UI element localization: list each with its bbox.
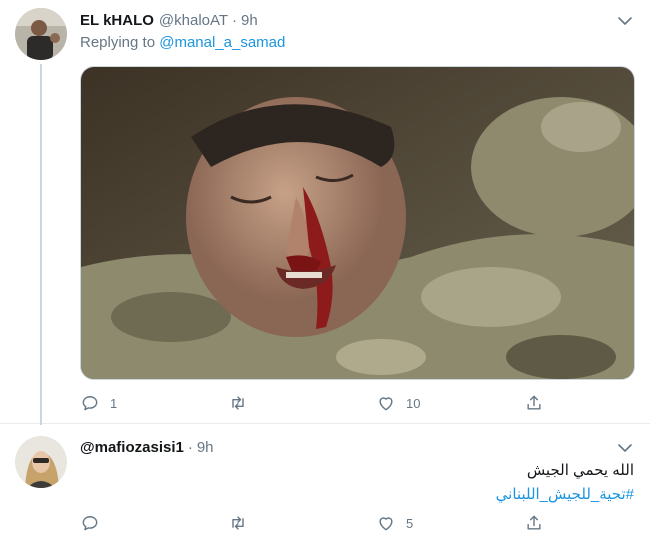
reply-icon (82, 516, 98, 531)
avatar[interactable] (15, 436, 67, 488)
timestamp[interactable]: 9h (197, 439, 214, 456)
separator-dot: · (187, 438, 193, 456)
replying-prefix: Replying to (80, 34, 156, 51)
tweet-header: EL kHALO @khaloAT · 9h (80, 10, 258, 30)
retweet-icon (232, 396, 244, 410)
timestamp[interactable]: 9h (241, 12, 258, 29)
like-icon (379, 517, 393, 531)
separator-dot: · (232, 11, 238, 29)
retweet-button[interactable] (228, 512, 258, 534)
tweet-actions: 5 (80, 512, 560, 534)
mention-link[interactable]: @manal_a_samad (159, 34, 285, 51)
user-handle[interactable]: @mafiozasisi1 (80, 439, 184, 456)
reply-tweet-1[interactable]: EL kHALO @khaloAT · 9h Replying to @mana… (0, 0, 650, 425)
share-button[interactable] (524, 512, 544, 534)
retweet-icon (232, 516, 244, 530)
tweet-header: @mafiozasisi1 · 9h (80, 437, 214, 457)
tweet-text: الله يحمي الجيش (526, 462, 634, 479)
like-count: 5 (406, 515, 414, 531)
like-icon (379, 397, 393, 411)
avatar[interactable] (15, 8, 67, 60)
reply-button[interactable] (80, 512, 110, 534)
like-button[interactable]: 5 (376, 512, 413, 534)
share-icon (527, 515, 541, 530)
share-icon (527, 395, 541, 410)
chevron-down-icon[interactable] (616, 439, 634, 457)
like-count: 10 (406, 395, 421, 411)
share-button[interactable] (524, 392, 544, 414)
replying-to-line: Replying to @manal_a_samad (80, 34, 285, 51)
user-handle[interactable]: @khaloAT (159, 12, 228, 29)
reply-count: 1 (110, 395, 118, 411)
hashtag-link[interactable]: #تحية_للجيش_اللبناني (496, 485, 634, 503)
tweet-actions: 1 10 (80, 392, 560, 414)
reply-tweet-2[interactable]: @mafiozasisi1 · 9h الله يحمي الجيش #تحية… (0, 425, 650, 542)
thread-line (40, 64, 42, 425)
like-button[interactable]: 10 (376, 392, 420, 414)
chevron-down-icon[interactable] (616, 12, 634, 30)
tweet-photo[interactable] (80, 66, 635, 380)
retweet-button[interactable] (228, 392, 258, 414)
reply-icon (82, 396, 98, 411)
display-name[interactable]: EL kHALO (80, 12, 154, 29)
reply-button[interactable]: 1 (80, 392, 117, 414)
